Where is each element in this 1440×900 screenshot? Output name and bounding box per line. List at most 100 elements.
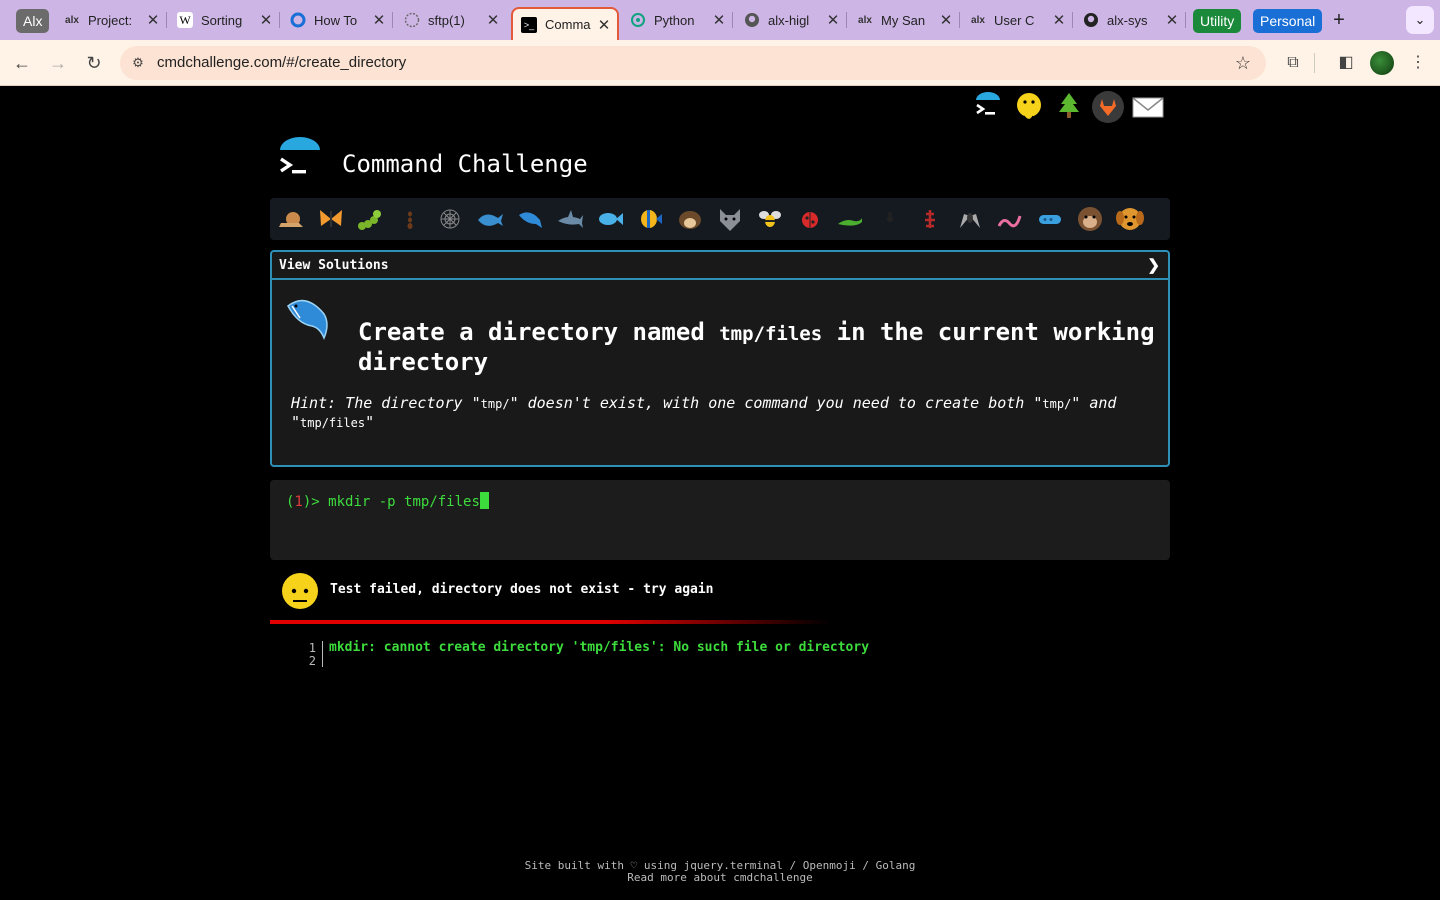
- output-text: mkdir: cannot create directory 'tmp/file…: [329, 640, 870, 655]
- tab-title: alx-higl: [768, 12, 810, 28]
- extensions-puzzle-icon[interactable]: ⧉: [1282, 52, 1304, 74]
- url-text[interactable]: cmdchallenge.com/#/create_directory: [157, 46, 406, 80]
- spider-icon[interactable]: [875, 205, 905, 233]
- lizard-icon[interactable]: [835, 205, 865, 233]
- openai-icon: [630, 12, 646, 28]
- browser-tab-active[interactable]: >_ Comma ✕: [511, 7, 619, 40]
- terminal-command[interactable]: mkdir -p tmp/files: [328, 494, 480, 510]
- reload-icon[interactable]: ↻: [81, 50, 107, 76]
- command-output: 1 2 mkdir: cannot create directory 'tmp/…: [296, 640, 996, 670]
- browser-toolbar: ← → ↻ ⚙ cmdchallenge.com/#/create_direct…: [0, 40, 1440, 86]
- view-solutions-label[interactable]: View Solutions: [279, 258, 389, 273]
- github-icon: [744, 12, 760, 28]
- dolphin-challenge-icon: [284, 294, 334, 344]
- worm-icon[interactable]: [995, 205, 1025, 233]
- microbe-icon[interactable]: [1035, 205, 1065, 233]
- profile-avatar[interactable]: [1370, 51, 1394, 75]
- wolf-icon[interactable]: [715, 205, 745, 233]
- browser-tab[interactable]: alx User C ✕: [962, 6, 1072, 34]
- browser-tab[interactable]: Python ✕: [622, 6, 732, 34]
- tab-title: Python: [654, 12, 695, 28]
- whale-icon[interactable]: [475, 205, 505, 233]
- site-title[interactable]: Command Challenge: [342, 150, 588, 178]
- alx-icon: alx: [65, 14, 79, 26]
- browser-tab[interactable]: alx-sys ✕: [1075, 6, 1185, 34]
- browser-tab[interactable]: alx-higl ✕: [736, 6, 846, 34]
- close-tab-icon[interactable]: ✕: [1163, 11, 1181, 29]
- snail-icon[interactable]: [276, 205, 306, 233]
- close-tab-icon[interactable]: ✕: [824, 11, 842, 29]
- fly-icon[interactable]: [955, 205, 985, 233]
- back-arrow-icon[interactable]: ←: [9, 50, 35, 76]
- butterfly-icon[interactable]: [316, 205, 346, 233]
- yellow-face-icon[interactable]: [1011, 89, 1047, 125]
- monkey-icon[interactable]: [1075, 205, 1105, 233]
- browser-tab-bar: Alx alx Project: ✕ W Sorting ✕ How To ✕ …: [0, 0, 1440, 40]
- gitlab-icon[interactable]: [1090, 89, 1126, 125]
- output-line-number: 2: [308, 654, 316, 668]
- dog-icon[interactable]: [1115, 205, 1145, 233]
- globe-icon: [404, 12, 420, 28]
- tab-title: Sorting: [201, 12, 243, 28]
- footer-read-more-link[interactable]: Read more about cmdchallenge: [420, 872, 1020, 884]
- challenge-progress-bar: [270, 198, 1170, 240]
- close-tab-icon[interactable]: ✕: [595, 16, 613, 34]
- digitalocean-icon: [290, 12, 306, 28]
- browser-tab[interactable]: How To ✕: [282, 6, 392, 34]
- new-tab-button[interactable]: +: [1328, 8, 1350, 32]
- terminal-logo-icon[interactable]: [970, 89, 1006, 125]
- tab-title: alx-sys: [1107, 12, 1148, 28]
- challenge-hint: Hint: The directory "tmp/" doesn't exist…: [291, 394, 1117, 431]
- bookmark-star-icon[interactable]: ☆: [1232, 52, 1254, 74]
- hedgehog-icon[interactable]: [675, 205, 705, 233]
- browser-tab[interactable]: sftp(1) ✕: [396, 6, 506, 34]
- ladybug-icon[interactable]: [795, 205, 825, 233]
- tab-title: sftp(1): [428, 12, 465, 28]
- bee-icon[interactable]: [755, 205, 785, 233]
- challenge-panel: View Solutions ❯ Create a directory name…: [270, 250, 1170, 467]
- close-tab-icon[interactable]: ✕: [710, 11, 728, 29]
- tab-title: Comma: [545, 17, 591, 32]
- menu-kebab-icon[interactable]: ⋮: [1407, 52, 1429, 74]
- terminal-input[interactable]: (1)> mkdir -p tmp/files: [270, 480, 1170, 560]
- result-message: Test failed, directory does not exist - …: [330, 582, 714, 597]
- browser-tab[interactable]: W Sorting ✕: [169, 6, 279, 34]
- tab-group-personal[interactable]: Personal: [1253, 9, 1323, 33]
- shark-icon[interactable]: [555, 205, 585, 233]
- browser-tab[interactable]: alx My San ✕: [849, 6, 959, 34]
- view-solutions-header[interactable]: View Solutions ❯: [272, 252, 1168, 280]
- terminal-prompt-line[interactable]: (1)> mkdir -p tmp/files: [286, 492, 489, 510]
- tree-icon[interactable]: [1051, 89, 1087, 125]
- sad-face-icon: [280, 571, 320, 611]
- side-panel-icon[interactable]: ◧: [1335, 52, 1357, 74]
- challenge-title: Create a directory named tmp/files in th…: [358, 318, 1155, 376]
- tab-title: Project:: [88, 12, 133, 28]
- browser-tab[interactable]: alx Project: ✕: [56, 6, 166, 34]
- terminal-icon: >_: [521, 16, 537, 33]
- site-info-icon[interactable]: ⚙: [128, 53, 148, 73]
- fish-icon[interactable]: [595, 205, 625, 233]
- toolbar-divider: [1314, 53, 1315, 73]
- github-icon: [1083, 12, 1099, 28]
- forward-arrow-icon[interactable]: →: [45, 50, 71, 76]
- dolphin-icon[interactable]: [515, 205, 545, 233]
- close-tab-icon[interactable]: ✕: [257, 11, 275, 29]
- tab-group-alx[interactable]: Alx: [16, 9, 50, 33]
- spider-web-icon[interactable]: [435, 205, 465, 233]
- tab-search-button[interactable]: ⌄: [1406, 6, 1434, 34]
- close-tab-icon[interactable]: ✕: [1050, 11, 1068, 29]
- scorpion-icon[interactable]: [915, 205, 945, 233]
- tab-group-utility[interactable]: Utility: [1193, 9, 1242, 33]
- ant-icon[interactable]: [395, 205, 425, 233]
- caterpillar-icon[interactable]: [355, 205, 385, 233]
- close-tab-icon[interactable]: ✕: [937, 11, 955, 29]
- close-tab-icon[interactable]: ✕: [370, 11, 388, 29]
- command-challenge-logo[interactable]: [278, 137, 322, 181]
- tropical-fish-icon[interactable]: [635, 205, 665, 233]
- chevron-right-icon[interactable]: ❯: [1147, 256, 1160, 274]
- close-tab-icon[interactable]: ✕: [144, 11, 162, 29]
- close-tab-icon[interactable]: ✕: [484, 11, 502, 29]
- address-bar[interactable]: ⚙ cmdchallenge.com/#/create_directory ☆: [120, 46, 1266, 80]
- result-status-bar: [270, 620, 830, 624]
- envelope-icon[interactable]: [1130, 89, 1166, 125]
